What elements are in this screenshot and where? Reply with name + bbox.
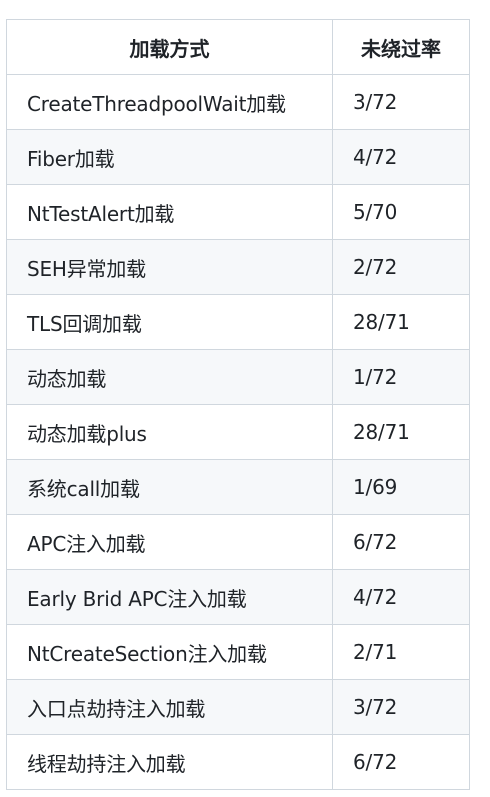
cell-bypass-rate: 28/71 <box>332 294 470 350</box>
results-table-container: 加载方式 未绕过率 CreateThreadpoolWait加载 3/72 Fi… <box>6 19 470 790</box>
cell-bypass-rate: 6/72 <box>332 734 470 790</box>
cell-bypass-rate: 3/72 <box>332 74 470 130</box>
table-row: 线程劫持注入加载 6/72 <box>6 734 470 790</box>
header-load-method: 加载方式 <box>6 19 333 75</box>
table-row: 动态加载plus 28/71 <box>6 404 470 460</box>
table-row: 入口点劫持注入加载 3/72 <box>6 679 470 735</box>
table-row: Fiber加载 4/72 <box>6 129 470 185</box>
table-header-row: 加载方式 未绕过率 <box>6 19 470 75</box>
cell-bypass-rate: 2/71 <box>332 624 470 680</box>
table-row: APC注入加载 6/72 <box>6 514 470 570</box>
cell-bypass-rate: 5/70 <box>332 184 470 240</box>
cell-bypass-rate: 4/72 <box>332 569 470 625</box>
cell-load-method: NtTestAlert加载 <box>6 184 333 240</box>
cell-load-method: Early Brid APC注入加载 <box>6 569 333 625</box>
header-bypass-rate: 未绕过率 <box>332 19 470 75</box>
cell-load-method: Fiber加载 <box>6 129 333 185</box>
cell-load-method: NtCreateSection注入加载 <box>6 624 333 680</box>
cell-bypass-rate: 2/72 <box>332 239 470 295</box>
cell-load-method: APC注入加载 <box>6 514 333 570</box>
cell-bypass-rate: 4/72 <box>332 129 470 185</box>
table-row: CreateThreadpoolWait加载 3/72 <box>6 74 470 130</box>
table-row: NtTestAlert加载 5/70 <box>6 184 470 240</box>
cell-load-method: 动态加载 <box>6 349 333 405</box>
cell-bypass-rate: 3/72 <box>332 679 470 735</box>
table-row: TLS回调加载 28/71 <box>6 294 470 350</box>
table-row: SEH异常加载 2/72 <box>6 239 470 295</box>
cell-bypass-rate: 28/71 <box>332 404 470 460</box>
results-table: 加载方式 未绕过率 CreateThreadpoolWait加载 3/72 Fi… <box>6 19 470 790</box>
cell-bypass-rate: 6/72 <box>332 514 470 570</box>
cell-load-method: TLS回调加载 <box>6 294 333 350</box>
table-row: Early Brid APC注入加载 4/72 <box>6 569 470 625</box>
cell-bypass-rate: 1/72 <box>332 349 470 405</box>
cell-load-method: CreateThreadpoolWait加载 <box>6 74 333 130</box>
cell-bypass-rate: 1/69 <box>332 459 470 515</box>
cell-load-method: SEH异常加载 <box>6 239 333 295</box>
cell-load-method: 系统call加载 <box>6 459 333 515</box>
cell-load-method: 入口点劫持注入加载 <box>6 679 333 735</box>
cell-load-method: 动态加载plus <box>6 404 333 460</box>
table-row: 系统call加载 1/69 <box>6 459 470 515</box>
cell-load-method: 线程劫持注入加载 <box>6 734 333 790</box>
table-row: NtCreateSection注入加载 2/71 <box>6 624 470 680</box>
table-row: 动态加载 1/72 <box>6 349 470 405</box>
